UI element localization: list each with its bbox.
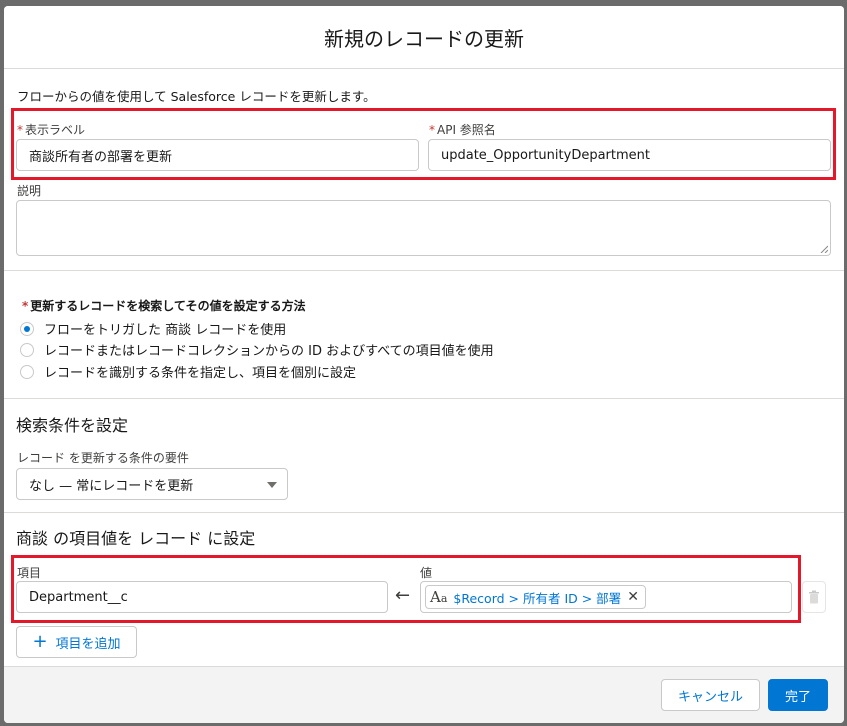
divider (4, 398, 844, 399)
done-button[interactable]: 完了 (768, 679, 828, 711)
find-records-label: * 更新するレコードを検索してその値を設定する方法 (22, 299, 306, 313)
api-name-input[interactable]: update_OpportunityDepartment (428, 139, 831, 171)
value-column-label: 値 (420, 566, 433, 580)
modal-title: 新規のレコードの更新 (324, 26, 524, 51)
radio-button[interactable] (20, 364, 34, 379)
modal-body: フローからの値を使用して Salesforce レコードを更新します。 * 表示ラ… (4, 70, 844, 666)
value-input[interactable]: Aa $Record > 所有者 ID > 部署 ✕ (420, 581, 792, 613)
divider (4, 512, 844, 513)
field-input[interactable]: Department__c (16, 581, 388, 613)
value-pill[interactable]: Aa $Record > 所有者 ID > 部署 ✕ (425, 585, 646, 609)
close-icon[interactable]: ✕ (627, 589, 639, 605)
radio-option-conditions[interactable]: レコードを識別する条件を指定し、項目を個別に設定 (20, 362, 356, 381)
field-values-heading: 商談 の項目値を レコード に設定 (16, 529, 256, 548)
plus-icon: + (32, 631, 48, 652)
arrow-left-icon: ← (395, 585, 411, 606)
condition-requirement-label: レコード を更新する条件の要件 (17, 451, 189, 465)
modal-footer: キャンセル 完了 (4, 666, 844, 723)
conditions-heading: 検索条件を設定 (16, 416, 129, 435)
cancel-button[interactable]: キャンセル (661, 679, 760, 711)
label-field-label: * 表示ラベル (17, 123, 86, 137)
api-name-field-label: * API 参照名 (429, 123, 496, 137)
modal-description: フローからの値を使用して Salesforce レコードを更新します。 (17, 89, 376, 104)
field-column-label: 項目 (17, 566, 42, 580)
modal-header: 新規のレコードの更新 (4, 6, 844, 69)
text-type-icon: Aa (430, 588, 448, 606)
condition-requirement-select[interactable]: なし — 常にレコードを更新 (16, 468, 288, 500)
divider (4, 270, 844, 271)
add-field-button[interactable]: + 項目を追加 (16, 626, 137, 658)
radio-button-checked[interactable] (20, 321, 34, 336)
description-textarea[interactable] (16, 200, 831, 256)
radio-option-record-id[interactable]: レコードまたはレコードコレクションからの ID およびすべての項目値を使用 (20, 340, 494, 359)
chevron-down-icon (267, 482, 277, 488)
radio-option-triggering-record[interactable]: フローをトリガした 商談 レコードを使用 (20, 319, 286, 338)
update-records-modal: 新規のレコードの更新 フローからの値を使用して Salesforce レコードを… (4, 6, 844, 723)
radio-button[interactable] (20, 342, 34, 357)
label-input[interactable]: 商談所有者の部署を更新 (16, 139, 419, 171)
delete-row-button[interactable] (802, 581, 826, 613)
description-field-label: 説明 (17, 184, 42, 198)
trash-icon (809, 590, 819, 604)
resize-handle-icon[interactable] (820, 245, 828, 253)
